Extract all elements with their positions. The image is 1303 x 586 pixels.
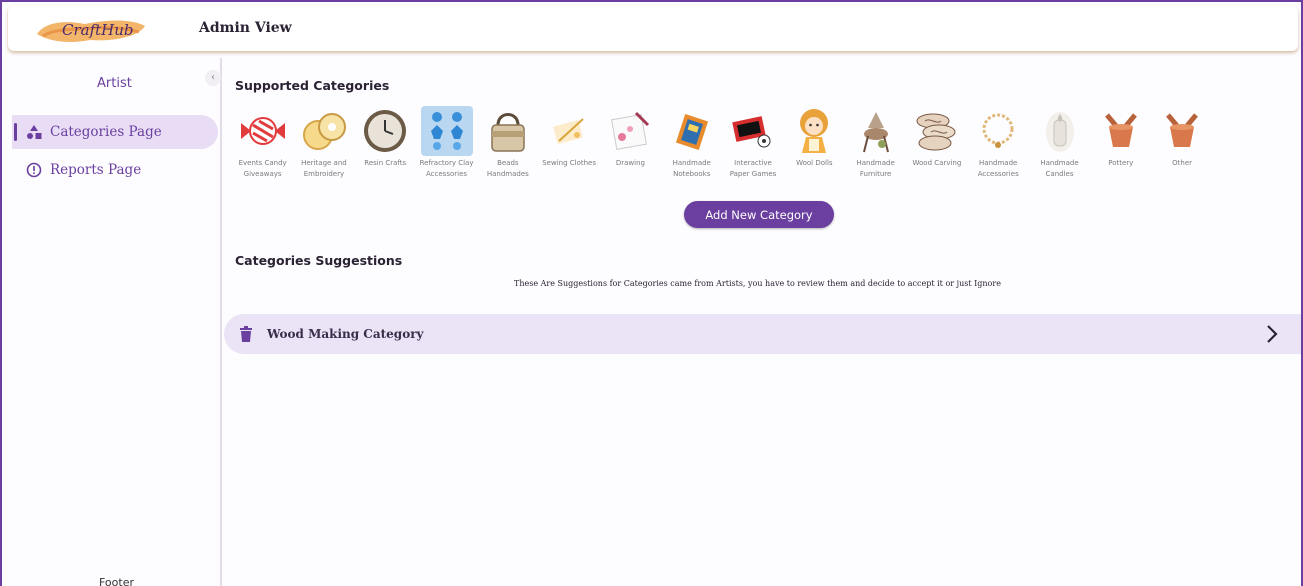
sidebar-footer: Footer xyxy=(99,576,134,586)
category-list: Events Candy Giveaways Heritage and Embr… xyxy=(232,106,1213,179)
chevron-left-icon[interactable]: ‹ xyxy=(205,70,221,86)
category-item[interactable]: Wool Dolls xyxy=(784,106,845,179)
wool-doll-icon xyxy=(788,106,840,156)
category-item[interactable]: Beads Handmades xyxy=(477,106,538,179)
crafthub-logo[interactable]: CraftHub xyxy=(35,16,147,44)
logo-text: CraftHub xyxy=(62,21,134,39)
pottery-icon xyxy=(1156,106,1208,156)
category-label: Handmade Candles xyxy=(1040,159,1079,178)
supported-categories-title: Supported Categories xyxy=(235,78,390,93)
category-label: Drawing xyxy=(615,159,645,167)
category-item[interactable]: Handmade Accessories xyxy=(968,106,1029,179)
category-item[interactable]: Pottery xyxy=(1090,106,1151,179)
main-content: Supported Categories Events Candy Giveaw… xyxy=(224,58,1301,586)
candy-icon xyxy=(237,106,289,156)
category-item[interactable]: Events Candy Giveaways xyxy=(232,106,293,179)
category-item[interactable]: Resin Crafts xyxy=(355,106,416,179)
category-label: Handmade Notebooks xyxy=(672,159,711,178)
chevron-right-icon[interactable] xyxy=(1264,324,1280,344)
earrings-icon xyxy=(420,106,473,156)
categories-suggestions-title: Categories Suggestions xyxy=(235,253,403,268)
category-label: Wool Dolls xyxy=(796,159,833,167)
embroidery-hoop-icon xyxy=(298,106,350,156)
suggestion-row[interactable]: Wood Making Category xyxy=(224,314,1301,354)
resin-clock-icon xyxy=(359,106,411,156)
header: CraftHub Admin View xyxy=(8,6,1298,51)
category-item[interactable]: Interactive Paper Games xyxy=(722,106,783,179)
category-item[interactable]: Handmade Furniture xyxy=(845,106,906,179)
category-label: Heritage and Embroidery xyxy=(301,159,347,178)
page-title: Admin View xyxy=(199,20,292,36)
paper-game-icon xyxy=(727,106,779,156)
trash-icon[interactable] xyxy=(239,326,253,342)
sewing-icon xyxy=(543,106,595,156)
category-item[interactable]: Sewing Clothes xyxy=(538,106,599,179)
suggestions-note: These Are Suggestions for Categories cam… xyxy=(514,279,1001,288)
sidebar: Artist ‹ Categories Page Reports Page Fo… xyxy=(2,58,222,586)
wood-carving-icon xyxy=(911,106,963,156)
category-item[interactable]: Refractory Clay Accessories xyxy=(416,106,477,179)
bead-bag-icon xyxy=(482,106,534,156)
category-item[interactable]: Handmade Candles xyxy=(1029,106,1090,179)
furniture-icon xyxy=(850,106,902,156)
candle-icon xyxy=(1034,106,1086,156)
category-label: Beads Handmades xyxy=(486,159,529,178)
shapes-icon xyxy=(27,125,42,139)
pottery-icon xyxy=(1095,106,1147,156)
category-label: Pottery xyxy=(1108,159,1134,167)
category-label: Other xyxy=(1172,159,1193,167)
drawing-icon xyxy=(604,106,656,156)
category-item[interactable]: Heritage and Embroidery xyxy=(293,106,354,179)
category-label: Events Candy Giveaways xyxy=(238,159,287,178)
notebook-icon xyxy=(666,106,718,156)
category-label: Interactive Paper Games xyxy=(729,159,777,178)
suggestion-label: Wood Making Category xyxy=(267,327,424,341)
category-item[interactable]: Drawing xyxy=(600,106,661,179)
category-label: Refractory Clay Accessories xyxy=(419,159,474,178)
sidebar-role-label: Artist xyxy=(97,76,132,91)
category-item[interactable]: Handmade Notebooks xyxy=(661,106,722,179)
category-label: Handmade Furniture xyxy=(856,159,895,178)
category-label: Handmade Accessories xyxy=(977,159,1019,178)
category-item[interactable]: Other xyxy=(1151,106,1212,179)
category-item[interactable]: Wood Carving xyxy=(906,106,967,179)
sidebar-item-label: Categories Page xyxy=(50,124,162,140)
category-label: Resin Crafts xyxy=(364,159,407,167)
sidebar-item-categories[interactable]: Categories Page xyxy=(12,115,218,149)
category-label: Wood Carving xyxy=(912,159,962,167)
alert-circle-icon xyxy=(26,162,42,178)
add-new-category-button[interactable]: Add New Category xyxy=(684,201,834,228)
category-label: Sewing Clothes xyxy=(542,159,597,167)
sidebar-item-reports[interactable]: Reports Page xyxy=(12,153,218,187)
sidebar-item-label: Reports Page xyxy=(50,162,142,178)
bracelet-icon xyxy=(972,106,1024,156)
